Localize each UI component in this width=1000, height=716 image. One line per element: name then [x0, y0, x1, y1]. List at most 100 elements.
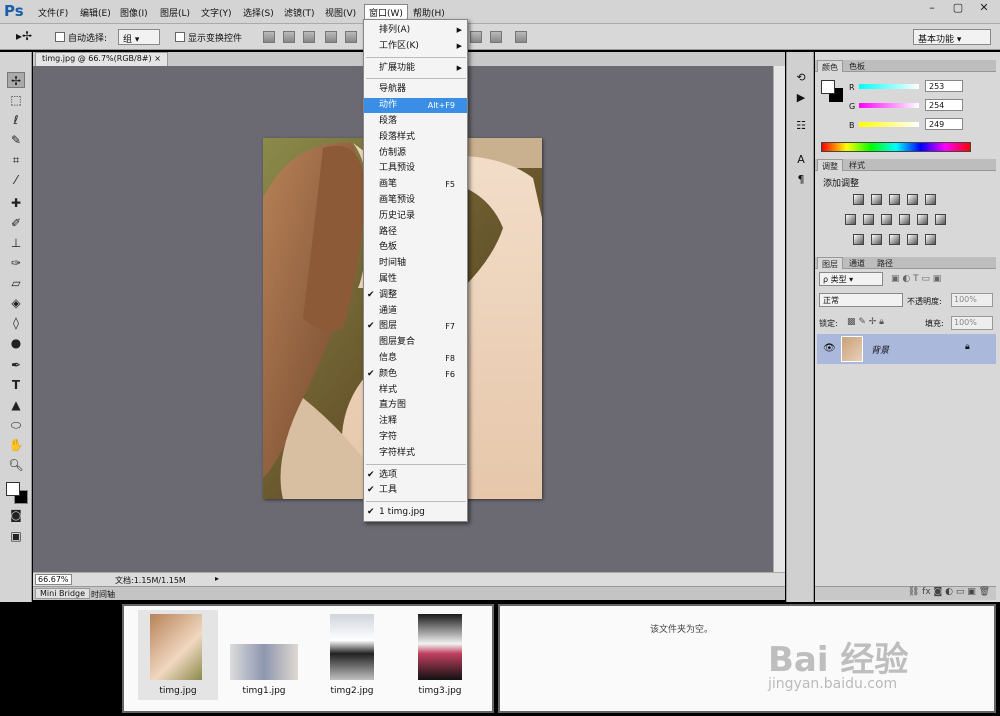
- window-menu-item[interactable]: 字符: [364, 430, 467, 445]
- eraser-tool-icon[interactable]: ▱: [7, 275, 25, 291]
- window-menu-item[interactable]: 段落: [364, 114, 467, 129]
- menu-type[interactable]: 文字(Y): [201, 6, 232, 19]
- menu-help[interactable]: 帮助(H): [413, 6, 445, 19]
- curves-icon[interactable]: [889, 194, 900, 205]
- thumbnail-timg1[interactable]: [230, 644, 298, 680]
- dodge-tool-icon[interactable]: ●: [7, 335, 25, 351]
- exposure-icon[interactable]: [907, 194, 918, 205]
- path-select-tool-icon[interactable]: ▲: [7, 397, 25, 413]
- tab-layers[interactable]: 图层: [817, 257, 843, 269]
- window-menu-item[interactable]: 属性: [364, 272, 467, 287]
- actions-panel-icon[interactable]: ▶: [793, 90, 809, 106]
- color-foreground-swatch[interactable]: [821, 80, 835, 94]
- menu-layer[interactable]: 图层(L): [160, 6, 190, 19]
- black-white-icon[interactable]: [881, 214, 892, 225]
- quick-mask-icon[interactable]: ◙: [7, 507, 25, 523]
- window-menu-item[interactable]: 历史记录: [364, 209, 467, 224]
- align-vcenter-icon[interactable]: [283, 31, 295, 43]
- workspace-dropdown[interactable]: 基本功能 ▾: [913, 29, 991, 45]
- character-panel-icon[interactable]: A: [793, 152, 809, 168]
- window-menu-item[interactable]: 颜色 ✔ F6: [364, 367, 467, 382]
- invert-icon[interactable]: [853, 234, 864, 245]
- layer-filter-dropdown[interactable]: ρ 类型 ▾: [819, 272, 883, 286]
- auto-align-icon[interactable]: [515, 31, 527, 43]
- paint-bucket-tool-icon[interactable]: ◈: [7, 295, 25, 311]
- healing-brush-tool-icon[interactable]: ✚: [7, 195, 25, 211]
- thumbnail-timg[interactable]: [150, 614, 202, 680]
- close-button[interactable]: ✕: [972, 0, 996, 16]
- type-tool-icon[interactable]: T: [7, 377, 25, 393]
- layer-row-background[interactable]: 👁︎ 背景 🔒︎: [817, 334, 996, 364]
- menu-image[interactable]: 图像(I): [120, 6, 148, 19]
- properties-panel-icon[interactable]: ☷: [793, 118, 809, 134]
- layer-filter-icons[interactable]: ▣ ◐ T ▭ ▣: [891, 274, 941, 284]
- levels-icon[interactable]: [871, 194, 882, 205]
- foreground-color-swatch-front[interactable]: [6, 482, 20, 496]
- tab-styles[interactable]: 样式: [845, 159, 869, 171]
- vertical-scrollbar[interactable]: [773, 66, 785, 572]
- document-tab[interactable]: timg.jpg @ 66.7%(RGB/8#) ×: [35, 52, 168, 66]
- window-menu-item[interactable]: 动作 Alt+F9: [364, 98, 467, 114]
- clone-stamp-tool-icon[interactable]: ⊥: [7, 235, 25, 251]
- thumbnail-timg2[interactable]: [330, 614, 374, 680]
- menu-select[interactable]: 选择(S): [243, 6, 274, 19]
- zoom-level[interactable]: 66.67%: [35, 574, 72, 585]
- green-slider[interactable]: [859, 103, 919, 108]
- status-arrow-icon[interactable]: ▸: [215, 574, 219, 583]
- align-bottom-icon[interactable]: [303, 31, 315, 43]
- paragraph-panel-icon[interactable]: ¶: [793, 172, 809, 188]
- screen-mode-icon[interactable]: ▣: [7, 528, 25, 544]
- window-menu-item[interactable]: 工作区(K) ▶: [364, 39, 467, 54]
- blend-mode-dropdown[interactable]: 正常: [819, 293, 903, 307]
- window-menu-item[interactable]: 段落样式: [364, 130, 467, 145]
- channel-mixer-icon[interactable]: [917, 214, 928, 225]
- window-menu-item[interactable]: 图层 ✔ F7: [364, 319, 467, 334]
- crop-tool-icon[interactable]: ⌗: [7, 152, 25, 168]
- pen-tool-icon[interactable]: ✒: [7, 357, 25, 373]
- red-slider[interactable]: [859, 84, 919, 89]
- hue-saturation-icon[interactable]: [845, 214, 856, 225]
- eyedropper-tool-icon[interactable]: ⁄: [7, 172, 25, 188]
- window-menu-item[interactable]: 时间轴: [364, 256, 467, 271]
- auto-select-checkbox[interactable]: [55, 32, 65, 42]
- window-menu-item[interactable]: 选项 ✔: [364, 468, 467, 483]
- brightness-icon[interactable]: [853, 194, 864, 205]
- auto-select-dropdown[interactable]: 组 ▾: [118, 29, 160, 45]
- lock-icons[interactable]: ▩ ✎ ✢ 🔒︎: [847, 317, 884, 327]
- window-menu-item[interactable]: 直方图: [364, 398, 467, 413]
- move-tool-icon[interactable]: ✢: [7, 72, 25, 88]
- document-info[interactable]: 文档:1.15M/1.15M: [115, 575, 186, 586]
- close-tab-icon[interactable]: ×: [154, 54, 161, 63]
- fill-input[interactable]: 100%: [951, 316, 993, 330]
- window-menu-item[interactable]: 注释: [364, 414, 467, 429]
- window-menu-item[interactable]: 通道: [364, 304, 467, 319]
- move-tool-icon[interactable]: ▸✢: [16, 29, 32, 43]
- tab-channels[interactable]: 通道: [845, 257, 869, 269]
- red-value-input[interactable]: 253: [925, 80, 963, 92]
- selective-color-icon[interactable]: [925, 234, 936, 245]
- distribute-icon[interactable]: [470, 31, 482, 43]
- tab-swatches[interactable]: 色板: [845, 60, 869, 72]
- color-balance-icon[interactable]: [863, 214, 874, 225]
- hand-tool-icon[interactable]: ✋: [7, 437, 25, 453]
- tab-color[interactable]: 颜色: [817, 60, 843, 72]
- window-menu-item[interactable]: 排列(A) ▶: [364, 23, 467, 38]
- opacity-input[interactable]: 100%: [951, 293, 993, 307]
- minimize-button[interactable]: –: [920, 0, 944, 16]
- tab-paths[interactable]: 路径: [873, 257, 897, 269]
- color-spectrum-bar[interactable]: [821, 142, 971, 152]
- tab-timeline[interactable]: 时间轴: [91, 589, 115, 600]
- window-menu-item[interactable]: 导航器: [364, 82, 467, 97]
- window-menu-item[interactable]: 样式: [364, 383, 467, 398]
- layers-footer-icons[interactable]: ⛓ fx ◙ ◐ ▭ ▣ 🗑︎: [815, 586, 996, 600]
- window-menu-item[interactable]: 信息 F8: [364, 351, 467, 366]
- tab-mini-bridge[interactable]: Mini Bridge: [35, 588, 91, 599]
- show-transform-checkbox[interactable]: [175, 32, 185, 42]
- layer-name[interactable]: 背景: [871, 343, 889, 356]
- window-menu-item[interactable]: 仿制源: [364, 146, 467, 161]
- thumbnail-timg3[interactable]: [418, 614, 462, 680]
- window-menu-item[interactable]: 工具 ✔: [364, 483, 467, 498]
- posterize-icon[interactable]: [871, 234, 882, 245]
- tab-adjustments[interactable]: 调整: [817, 159, 843, 171]
- menu-file[interactable]: 文件(F): [38, 6, 68, 19]
